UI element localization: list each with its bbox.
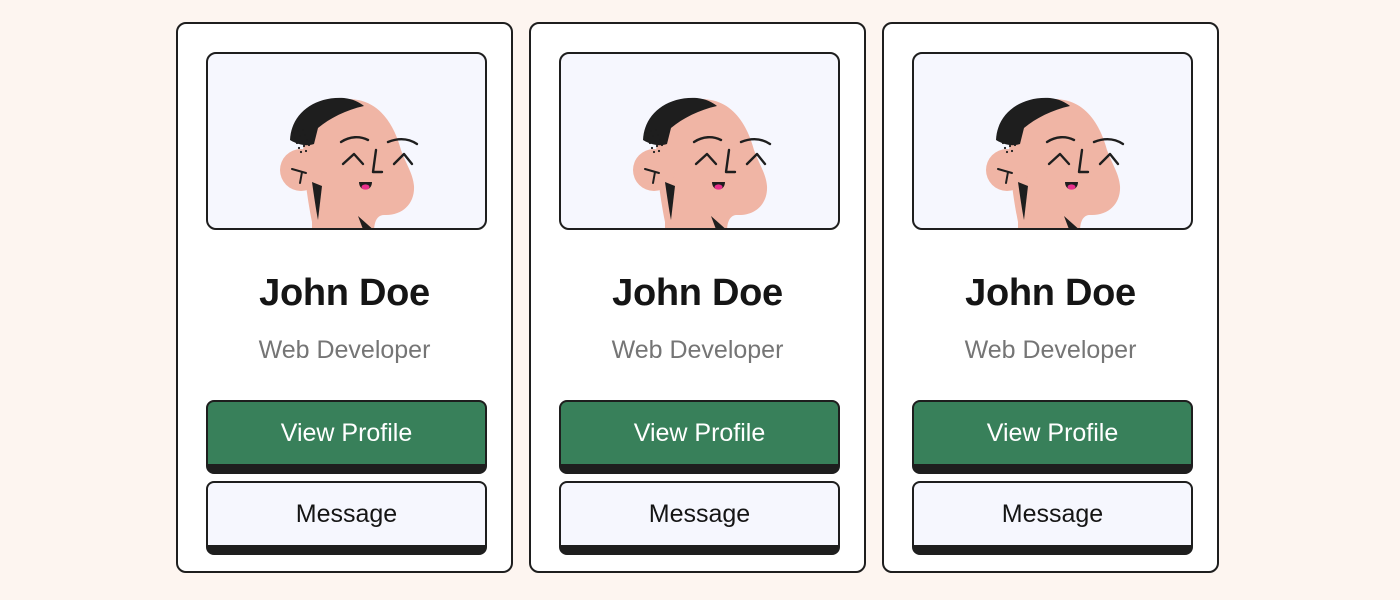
message-button[interactable]: Message (912, 481, 1193, 555)
view-profile-button[interactable]: View Profile (912, 400, 1193, 474)
message-button[interactable]: Message (206, 481, 487, 555)
avatar (206, 52, 487, 230)
profile-name: John Doe (612, 272, 783, 314)
avatar (912, 52, 1193, 230)
profile-name: John Doe (965, 272, 1136, 314)
profile-role: Web Developer (258, 336, 431, 364)
profile-role: Web Developer (964, 336, 1137, 364)
person-avatar-icon (633, 97, 772, 228)
profile-name: John Doe (259, 272, 430, 314)
profile-card: John Doe Web Developer View Profile Mess… (176, 22, 513, 573)
profile-card-list: John Doe Web Developer View Profile Mess… (176, 22, 1219, 573)
person-avatar-icon (986, 97, 1125, 228)
person-avatar-icon (280, 97, 419, 228)
message-button[interactable]: Message (559, 481, 840, 555)
profile-role: Web Developer (611, 336, 784, 364)
view-profile-button[interactable]: View Profile (559, 400, 840, 474)
avatar (559, 52, 840, 230)
view-profile-button[interactable]: View Profile (206, 400, 487, 474)
profile-card: John Doe Web Developer View Profile Mess… (882, 22, 1219, 573)
profile-card: John Doe Web Developer View Profile Mess… (529, 22, 866, 573)
